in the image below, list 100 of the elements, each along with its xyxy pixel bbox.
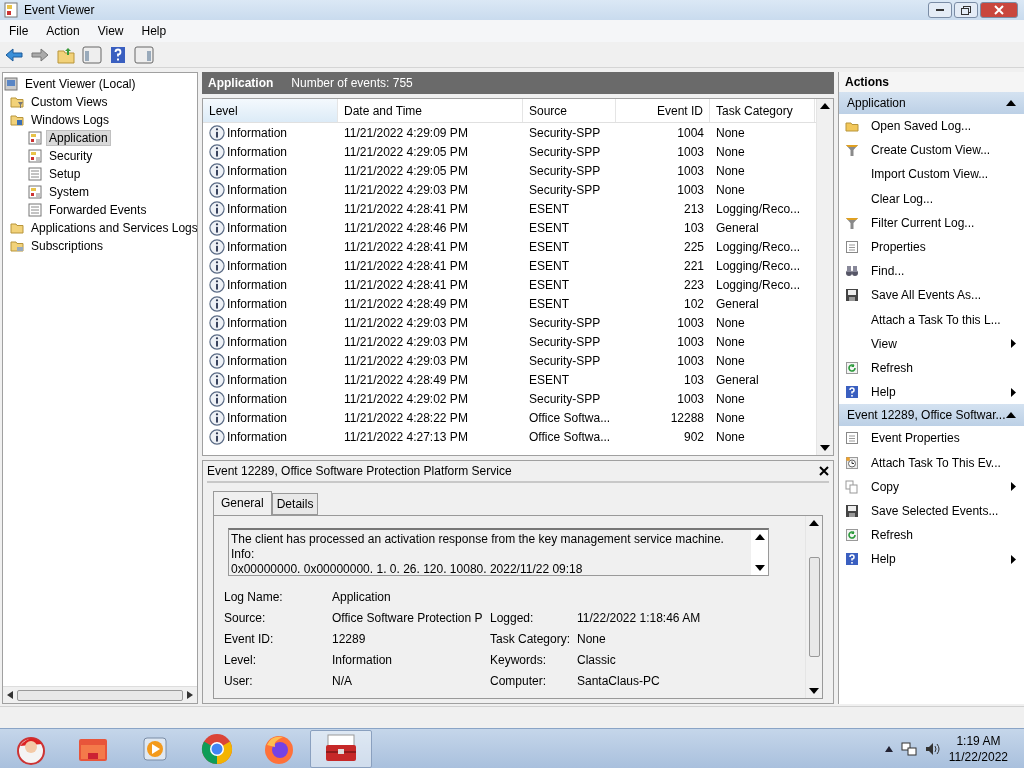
tree-item[interactable]: Custom Views [28,94,111,110]
collapse-icon[interactable] [1006,100,1016,106]
folder-icon [10,239,24,253]
tree-item[interactable]: Applications and Services Logs [28,220,197,236]
scroll-left-icon[interactable] [7,691,13,699]
tab[interactable]: Details [271,493,319,515]
table-cell-text: 102 [682,296,705,311]
action-link[interactable]: Filter Current Log... [871,215,1016,230]
info-icon [209,200,225,217]
tree-item[interactable]: System [46,184,92,200]
action-link[interactable]: Help [871,385,999,400]
table-cell-text: None [715,315,746,330]
field-value: Application [332,589,391,604]
table-cell-text: Security-SPP [528,315,602,330]
table-cell-text: Security-SPP [528,125,602,140]
show-pane-icon[interactable] [82,44,102,65]
table-cell-text: ESENT [528,201,570,216]
help-icon [845,385,859,400]
info-icon [209,143,225,160]
field-value: Office Software Protection P [332,610,483,625]
close-icon[interactable] [819,466,829,476]
scrollbar-thumb[interactable] [17,689,183,701]
table-cell-text: 1003 [676,315,705,330]
action-pane-icon[interactable] [134,44,154,65]
info-icon [209,295,225,312]
tree-item[interactable]: Forwarded Events [46,202,150,218]
table-cell-text: ESENT [528,258,570,273]
expand-icon[interactable] [809,688,819,694]
tree-item[interactable]: Setup [46,166,84,182]
close-button[interactable] [980,2,1018,18]
scrollbar-thumb[interactable] [808,557,820,657]
message-text: Info: [231,547,256,562]
menu-item[interactable]: File [0,24,38,38]
action-link[interactable]: Attach Task To This Ev... [871,455,1016,470]
action-link[interactable]: Event Properties [871,431,1016,446]
table-cell-text: 11/21/2022 4:29:03 PM [343,315,469,330]
expand-icon[interactable] [820,445,830,451]
tree-item[interactable]: Windows Logs [28,112,113,128]
field-label: Level: [224,652,257,667]
window-title: Event Viewer [24,3,96,17]
action-link[interactable]: Properties [871,240,1016,255]
action-link[interactable]: Help [871,552,999,567]
action-link[interactable]: Clear Log... [871,191,1016,206]
action-link[interactable]: Open Saved Log... [871,119,1016,134]
table-cell-text: None [715,125,746,140]
table-cell-text: 11/21/2022 4:28:49 PM [343,372,469,387]
tree-item[interactable]: Event Viewer (Local) [22,76,139,92]
collapse-icon[interactable] [1006,412,1016,419]
refresh-icon [845,360,859,375]
chrome-icon[interactable] [201,732,233,765]
tree-item[interactable]: Subscriptions [28,238,107,254]
action-link[interactable]: Attach a Task To this L... [871,312,1016,327]
action-link[interactable]: Copy [871,479,999,494]
restore-button[interactable] [954,2,978,18]
action-link[interactable]: Find... [871,264,1016,279]
action-link[interactable]: Save All Events As... [871,288,1016,303]
close-icon [994,5,1004,15]
action-link[interactable]: View [871,336,999,351]
expand-icon[interactable] [754,565,765,571]
collapse-icon[interactable] [809,520,819,526]
collapse-icon[interactable] [820,103,830,109]
taskbar-button[interactable] [310,729,372,768]
action-link[interactable]: Create Custom View... [871,143,1016,158]
field-label: Event ID: [224,631,274,646]
table-cell-text: None [715,144,746,159]
info-icon [209,181,225,198]
table-cell-text: ESENT [528,296,570,311]
scroll-right-icon[interactable] [187,691,193,699]
tree-item[interactable]: Application [46,130,111,146]
tab[interactable]: General [213,491,272,516]
collapse-icon[interactable] [754,534,765,540]
table-cell-text: 11/21/2022 4:29:05 PM [343,163,469,178]
table-cell: Information [203,409,338,426]
section-header[interactable]: Event 12289, Office Softwar... [839,404,1024,427]
menu-item[interactable]: View [88,24,133,38]
clock[interactable]: 1:19 AM 11/22/2022 [948,732,1008,765]
table-cell: Information [203,143,338,160]
tree-item[interactable]: Security [46,148,96,164]
table-cell-text: General [715,220,760,235]
table-cell: Information [203,238,338,255]
section-header[interactable]: Application [839,92,1024,114]
table-cell-text: Logging/Reco... [715,258,802,273]
menu-item[interactable]: Action [37,24,89,38]
action-link[interactable]: Refresh [871,528,1016,543]
table-cell: Information [203,333,338,350]
action-link[interactable]: Refresh [871,360,1016,375]
show-hidden-icon[interactable] [884,745,893,752]
column-header[interactable]: Level [203,99,338,122]
minimize-button[interactable] [928,2,952,18]
table-cell-text: 225 [682,239,705,254]
action-link[interactable]: Save Selected Events... [871,503,1016,518]
table-cell-text: 11/21/2022 4:29:05 PM [343,144,469,159]
table-cell: Information [203,181,338,198]
info-icon [209,371,225,388]
help-icon[interactable] [108,44,128,65]
menu-item[interactable]: Help [132,24,176,38]
field-label: Log Name: [224,589,283,604]
action-link[interactable]: Import Custom View... [871,167,1016,182]
table-cell-text: None [715,182,746,197]
network-icon[interactable] [900,740,917,757]
